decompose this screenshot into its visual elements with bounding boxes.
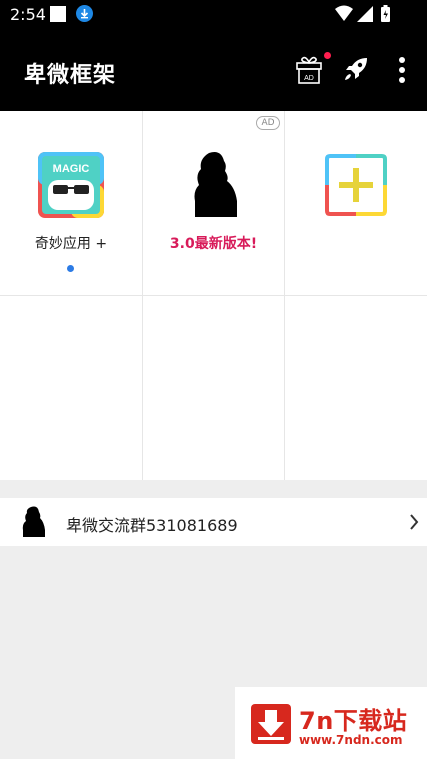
grid-cell-empty — [143, 296, 285, 480]
download-logo-icon — [251, 704, 291, 744]
battery-icon — [381, 5, 390, 22]
group-text: 卑微交流群531081689 — [66, 516, 238, 535]
gift-icon[interactable]: AD — [295, 55, 323, 85]
grid-cell-add[interactable] — [285, 111, 427, 296]
grid-cell-latest[interactable]: AD 3.0最新版本! — [143, 111, 285, 296]
app-title: 卑微框架 — [24, 63, 117, 88]
ad-badge: AD — [256, 116, 280, 130]
gift-badge-text: AD — [304, 75, 314, 82]
wifi-icon — [335, 5, 353, 21]
group-row[interactable]: 卑微交流群531081689 — [0, 498, 427, 546]
silhouette-icon — [194, 152, 237, 217]
screen-icon — [50, 6, 66, 22]
watermark-title: 7n下载站 — [299, 707, 408, 735]
status-icons — [335, 5, 390, 22]
watermark: 7n下载站 www.7ndn.com — [235, 687, 427, 759]
app-bar: 卑微框架 AD — [0, 29, 427, 111]
signal-icon — [357, 6, 373, 22]
grid-cell-magic[interactable]: MAGIC 奇妙应用 + — [0, 111, 143, 296]
status-time: 2:54 — [10, 5, 46, 24]
download-icon — [76, 5, 93, 22]
cell-label-magic: 奇妙应用 + — [34, 236, 108, 252]
magic-app-icon: MAGIC — [38, 152, 104, 218]
rocket-icon[interactable] — [343, 56, 369, 82]
add-icon — [325, 154, 387, 216]
grid-cell-empty — [285, 296, 427, 480]
cell-label-latest: 3.0最新版本! — [169, 236, 258, 252]
chevron-right-icon — [410, 514, 419, 530]
watermark-url: www.7ndn.com — [299, 733, 403, 747]
magic-icon-text: MAGIC — [53, 163, 90, 175]
app-grid: MAGIC 奇妙应用 + AD 3.0最新版本! — [0, 111, 427, 480]
new-indicator-dot — [67, 265, 74, 272]
more-vert-icon[interactable] — [398, 56, 406, 84]
status-bar: 2:54 — [0, 0, 427, 29]
silhouette-avatar-icon — [22, 506, 45, 537]
notification-dot — [324, 52, 331, 59]
grid-cell-empty — [0, 296, 143, 480]
